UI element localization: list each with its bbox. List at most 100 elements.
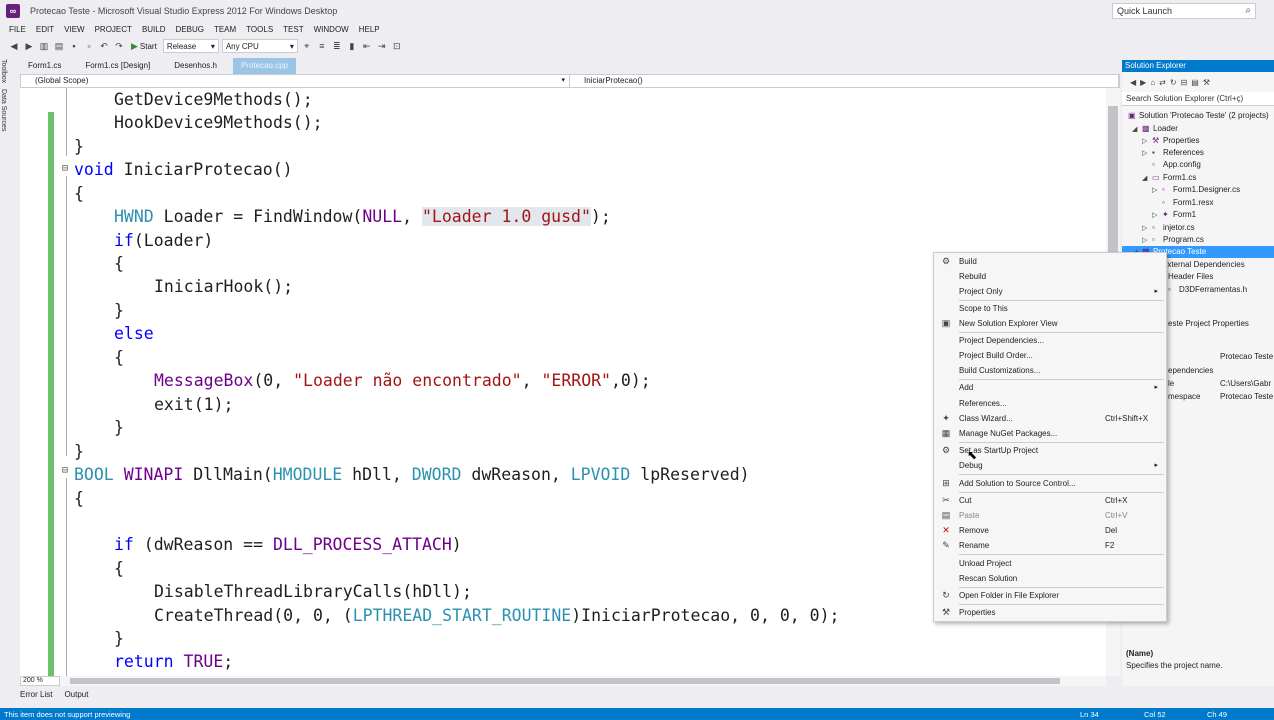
ctx-references[interactable]: References... — [934, 396, 1166, 411]
menu-window[interactable]: WINDOW — [309, 25, 354, 34]
ctx-remove[interactable]: ✕ Remove Del — [934, 523, 1166, 538]
back-icon[interactable]: ◀ — [8, 40, 20, 52]
tree-external-deps[interactable]: External Dependencies — [1162, 259, 1245, 271]
ctx-project-only[interactable]: Project Only ▸ — [934, 284, 1166, 299]
editor-horizontal-scrollbar[interactable] — [60, 676, 1106, 686]
tree-form1-cs[interactable]: ◢ ▭ Form1.cs — [1142, 172, 1196, 184]
tab-output[interactable]: Output — [64, 690, 88, 699]
ctx-manage-nuget[interactable]: ▦ Manage NuGet Packages... — [934, 426, 1166, 441]
comment-icon[interactable]: ≡ — [316, 40, 328, 52]
zoom-level[interactable]: 200 % — [20, 676, 60, 686]
save-icon[interactable]: ▪ — [68, 40, 80, 52]
scope-dropdown[interactable]: (Global Scope) ▾ — [21, 75, 570, 87]
menu-view[interactable]: VIEW — [59, 25, 89, 34]
prop-value[interactable]: Protecao Teste — [1220, 392, 1273, 401]
ctx-build[interactable]: ⚙ Build — [934, 254, 1166, 269]
tree-app-config[interactable]: ▫ App.config — [1152, 159, 1201, 171]
start-button[interactable]: ▶ Start — [128, 41, 160, 52]
prop-desc-text: Specifies the project name. — [1126, 661, 1223, 670]
show-all-files-icon[interactable]: ▤ — [1191, 78, 1199, 87]
tree-form1-resx[interactable]: ▫ Form1.resx — [1162, 197, 1213, 209]
prop-value[interactable]: C:\Users\Gabr — [1220, 379, 1271, 388]
ctx-properties[interactable]: ⚒ Properties — [934, 605, 1166, 620]
prop-name: ependencies — [1168, 366, 1214, 375]
data-sources-tab[interactable]: Data Sources — [0, 86, 7, 134]
menu-test[interactable]: TEST — [278, 25, 308, 34]
ctx-add-source-control[interactable]: ⊞ Add Solution to Source Control... — [934, 476, 1166, 491]
platform-select[interactable]: Any CPU ▾ — [221, 39, 298, 53]
scrollbar-thumb[interactable] — [1108, 106, 1118, 256]
menu-team[interactable]: TEAM — [209, 25, 241, 34]
properties-icon[interactable]: ⚒ — [1203, 78, 1210, 87]
tree-project-loader[interactable]: ◢ ▩ Loader — [1132, 123, 1178, 135]
tab-desenhos-h[interactable]: Desenhos.h — [166, 58, 225, 74]
tab-form1-cs[interactable]: Form1.cs — [20, 58, 69, 74]
tree-form1-designer[interactable]: ▷ ▫ Form1.Designer.cs — [1152, 184, 1240, 196]
collapse-icon[interactable]: ⊟ — [62, 465, 68, 476]
undo-icon[interactable]: ↶ — [98, 40, 110, 52]
tree-program-cs[interactable]: ▷ ▫ Program.cs — [1142, 234, 1204, 246]
menu-build[interactable]: BUILD — [137, 25, 171, 34]
save-all-icon[interactable]: ▫ — [83, 40, 95, 52]
configuration-select[interactable]: Release ▾ — [162, 39, 219, 53]
forward-icon[interactable]: ▶ — [1140, 78, 1146, 87]
window-icon: ▣ — [941, 318, 951, 328]
tab-protecao-cpp[interactable]: Protecao.cpp — [232, 58, 297, 74]
find-icon[interactable]: ⌖ — [301, 40, 313, 52]
tree-references[interactable]: ▷ ▪ References — [1142, 147, 1204, 159]
tab-form1-design[interactable]: Form1.cs [Design] — [77, 58, 158, 74]
ctx-build-customizations[interactable]: Build Customizations... — [934, 363, 1166, 378]
bookmark-icon[interactable]: ▮ — [346, 40, 358, 52]
ctx-cut[interactable]: ✂ Cut Ctrl+X — [934, 493, 1166, 508]
search-icon[interactable]: ⌕ — [1245, 5, 1251, 16]
scope-value: (Global Scope) — [35, 76, 89, 85]
home-icon[interactable]: ⌂ — [1150, 78, 1155, 87]
ctx-class-wizard[interactable]: ✦ Class Wizard... Ctrl+Shift+X — [934, 411, 1166, 426]
tree-d3dferramentas-h[interactable]: ▫ D3DFerramentas.h — [1168, 284, 1247, 296]
quick-launch-input[interactable]: Quick Launch ⌕ — [1112, 3, 1256, 19]
collapse-all-icon[interactable]: ⊟ — [1181, 78, 1188, 87]
tree-form1-class[interactable]: ▷ ✦ Form1 — [1152, 209, 1196, 221]
back-icon[interactable]: ◀ — [1130, 78, 1136, 87]
member-dropdown[interactable]: IniciarProtecao() — [570, 75, 1119, 87]
ctx-open-folder[interactable]: ↻ Open Folder in File Explorer — [934, 588, 1166, 603]
uncomment-icon[interactable]: ≣ — [331, 40, 343, 52]
ctx-rename[interactable]: ✎ Rename F2 — [934, 538, 1166, 553]
tree-injetor-cs[interactable]: ▷ ▫ injetor.cs — [1142, 222, 1195, 234]
refresh-icon[interactable]: ↻ — [1170, 78, 1177, 87]
new-project-icon[interactable]: ▥ — [38, 40, 50, 52]
ctx-rebuild[interactable]: Rebuild — [934, 269, 1166, 284]
tree-properties[interactable]: ▷ ⚒ Properties — [1142, 135, 1199, 147]
menu-tools[interactable]: TOOLS — [241, 25, 278, 34]
menu-file[interactable]: FILE — [4, 25, 31, 34]
ctx-add[interactable]: Add ▸ — [934, 380, 1166, 395]
prop-value[interactable]: Protecao Teste — [1220, 352, 1273, 361]
ctx-rescan-solution[interactable]: Rescan Solution — [934, 571, 1166, 586]
open-icon[interactable]: ▤ — [53, 40, 65, 52]
solution-search-input[interactable]: Search Solution Explorer (Ctrl+ç) — [1122, 92, 1274, 106]
forward-icon[interactable]: ▶ — [23, 40, 35, 52]
code-line: if(Loader) — [114, 231, 214, 250]
tab-error-list[interactable]: Error List — [20, 690, 52, 699]
ctx-new-view[interactable]: ▣ New Solution Explorer View — [934, 316, 1166, 331]
ctx-scope-to-this[interactable]: Scope to This — [934, 301, 1166, 316]
ctx-unload-project[interactable]: Unload Project — [934, 556, 1166, 571]
ctx-project-dependencies[interactable]: Project Dependencies... — [934, 333, 1166, 348]
remove-icon: ✕ — [942, 525, 950, 535]
clear-bookmarks-icon[interactable]: ⊡ — [391, 40, 403, 52]
ctx-paste[interactable]: ▤ Paste Ctrl+V — [934, 508, 1166, 523]
prev-bookmark-icon[interactable]: ⇤ — [361, 40, 373, 52]
toolbox-tab[interactable]: Toolbox — [0, 56, 7, 86]
menu-debug[interactable]: DEBUG — [171, 25, 209, 34]
ctx-build-order[interactable]: Project Build Order... — [934, 348, 1166, 363]
next-bookmark-icon[interactable]: ⇥ — [376, 40, 388, 52]
menu-edit[interactable]: EDIT — [31, 25, 59, 34]
sync-icon[interactable]: ⇄ — [1159, 78, 1166, 87]
menu-project[interactable]: PROJECT — [90, 25, 137, 34]
scrollbar-thumb[interactable] — [70, 678, 1060, 684]
collapse-icon[interactable]: ⊟ — [62, 163, 68, 174]
redo-icon[interactable]: ↷ — [113, 40, 125, 52]
tree-header-files[interactable]: Header Files — [1168, 271, 1213, 283]
tree-solution[interactable]: ▣ Solution 'Protecao Teste' (2 projects) — [1128, 110, 1269, 122]
menu-help[interactable]: HELP — [354, 25, 385, 34]
